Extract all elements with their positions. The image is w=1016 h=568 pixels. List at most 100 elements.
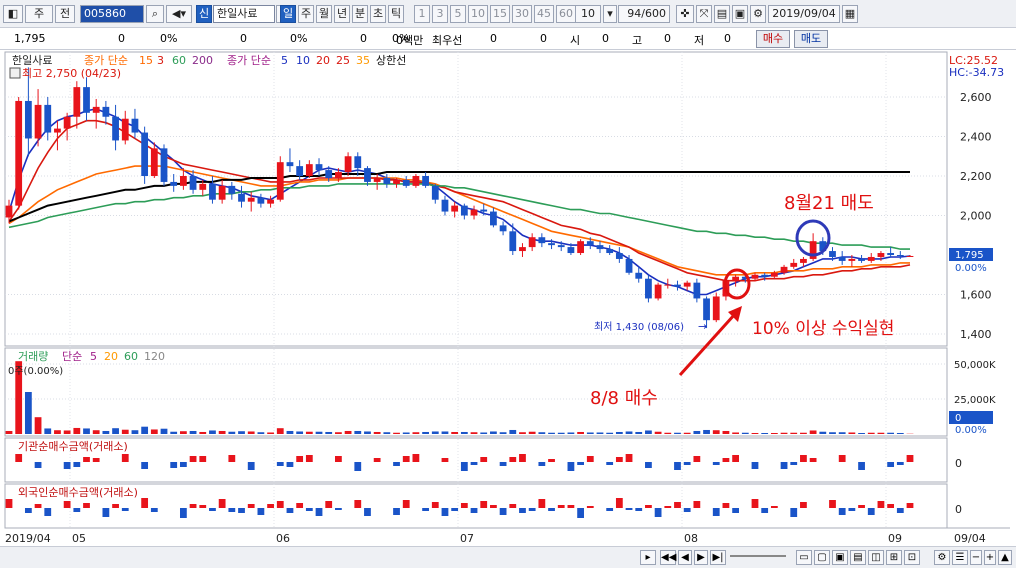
zoom-slider[interactable] [730,555,786,557]
candle-body [121,118,129,141]
volume-bar [441,431,449,434]
foreign-bar [354,500,362,508]
volume-bar [703,429,710,434]
volume-bar [712,430,720,434]
chart-menu-icon[interactable]: ☰ [952,550,968,565]
volume-bar [189,430,197,434]
zoom-out-icon[interactable]: − [970,550,982,565]
candle-body [490,211,497,226]
interval-button[interactable]: 30 [512,5,532,23]
foreign-bar [247,504,255,508]
settings-icon[interactable]: ⚙ [750,5,766,23]
overlay-icon[interactable]: ▢ [814,550,830,565]
candle-body [548,243,555,246]
export-icon[interactable]: ⊡ [904,550,920,565]
foreign-bar [305,508,313,511]
interval-button[interactable]: 60 [556,5,576,23]
search-icon[interactable]: ⌕ [146,5,164,23]
calendar-icon[interactable]: ▦ [842,5,858,23]
crosshair-icon[interactable]: ✜ [676,5,694,23]
volume-current-pct: 0.00% [955,425,987,436]
timeframe-tab[interactable]: 초 [370,5,386,23]
candle-body [732,276,740,281]
volume-bar [664,432,672,434]
institution-bar [141,462,149,469]
split-view-icon[interactable]: ▭ [796,550,812,565]
next-page-icon[interactable]: ▶ [694,550,708,565]
interval-button[interactable]: 1 [414,5,430,23]
chart-type-icon[interactable]: ⤧ [696,5,712,23]
candle-body [480,209,488,212]
interval-button[interactable]: 3 [432,5,448,23]
timeframe-tab[interactable]: 틱 [388,5,404,23]
last-page-icon[interactable]: ▶| [710,550,726,565]
scroll-start-icon[interactable]: ▸ [640,550,656,565]
institution-bar [402,456,410,462]
stock-code-input[interactable]: 005860 [80,5,144,23]
institution-bar [296,456,304,462]
volume-bar [770,432,778,434]
institution-bar [732,455,740,462]
grid-toggle-icon[interactable] [9,67,21,79]
foreign-bar [150,508,158,512]
settings-gear-icon[interactable]: ⚙ [934,550,950,565]
volume-bar [538,432,546,434]
count-select[interactable]: 10 [575,5,601,23]
candle-body [189,176,197,190]
prev-page-icon[interactable]: ◀ [678,550,692,565]
first-page-icon[interactable]: ◀◀ [660,550,676,565]
prev-button[interactable]: 전 [55,5,75,23]
sell-button[interactable]: 매도 [794,30,828,48]
volume-bar [480,432,488,434]
zoom-in-icon[interactable]: + [984,550,996,565]
volume-bar [373,431,381,434]
candle-body [906,255,914,257]
stock-chart[interactable]: 2,600 2,400 2,200 2,000 1,600 1,400 50,000K 25,… [0,50,1016,546]
save-icon[interactable]: ▣ [732,5,748,23]
timeframe-tab[interactable]: 일 [280,5,296,23]
interval-button[interactable]: 5 [450,5,466,23]
fit-icon[interactable]: ⊞ [886,550,902,565]
timeframe-tab[interactable]: 주 [298,5,314,23]
candle-body [557,245,565,248]
volume-bar [722,430,730,434]
profit-annotation: 10% 이상 수익실현 [752,319,894,339]
volume-bar [509,429,517,434]
timeframe-tab[interactable]: 분 [352,5,368,23]
candle-body [858,258,865,261]
volume-bar [276,428,284,434]
speaker-icon[interactable]: ◀▾ [166,5,192,23]
candle-body [800,258,807,263]
interval-button[interactable]: 10 [468,5,488,23]
compare-icon[interactable]: ▣ [832,550,848,565]
timeframe-tab[interactable]: 월 [316,5,332,23]
print-icon[interactable]: ▤ [714,5,730,23]
expand-icon[interactable]: ▲ [998,550,1012,565]
foreign-bar [102,508,110,517]
candle-body [209,183,216,200]
candle-body [848,258,856,261]
foreign-bar [867,508,875,515]
timeframe-tab[interactable]: 년 [334,5,350,23]
count-dropdown-icon[interactable]: ▾ [603,5,617,23]
buy-button[interactable]: 매수 [756,30,790,48]
period-select[interactable]: 주 [25,5,53,23]
stock-name-field[interactable]: 한일사료 [213,5,275,23]
candle-body [160,148,168,182]
indicator-icon[interactable]: ◫ [868,550,884,565]
candle-body [34,104,42,139]
high-label: 고 [632,34,643,47]
interval-button[interactable]: 15 [490,5,510,23]
volume-bar [877,432,885,434]
vol-ma-120: 120 [144,350,165,363]
date-field[interactable]: 2019/09/04 [768,5,840,23]
institution-bar [519,454,526,462]
volume-bar [625,431,633,434]
layout-icon[interactable]: ◧ [3,5,23,23]
table-icon[interactable]: ▤ [850,550,866,565]
interval-button[interactable]: 45 [534,5,554,23]
foreign-bar [906,503,914,508]
bar-count-field[interactable]: 94/600 [618,5,670,23]
foreign-bar [325,501,333,508]
institution-bar [906,455,914,462]
